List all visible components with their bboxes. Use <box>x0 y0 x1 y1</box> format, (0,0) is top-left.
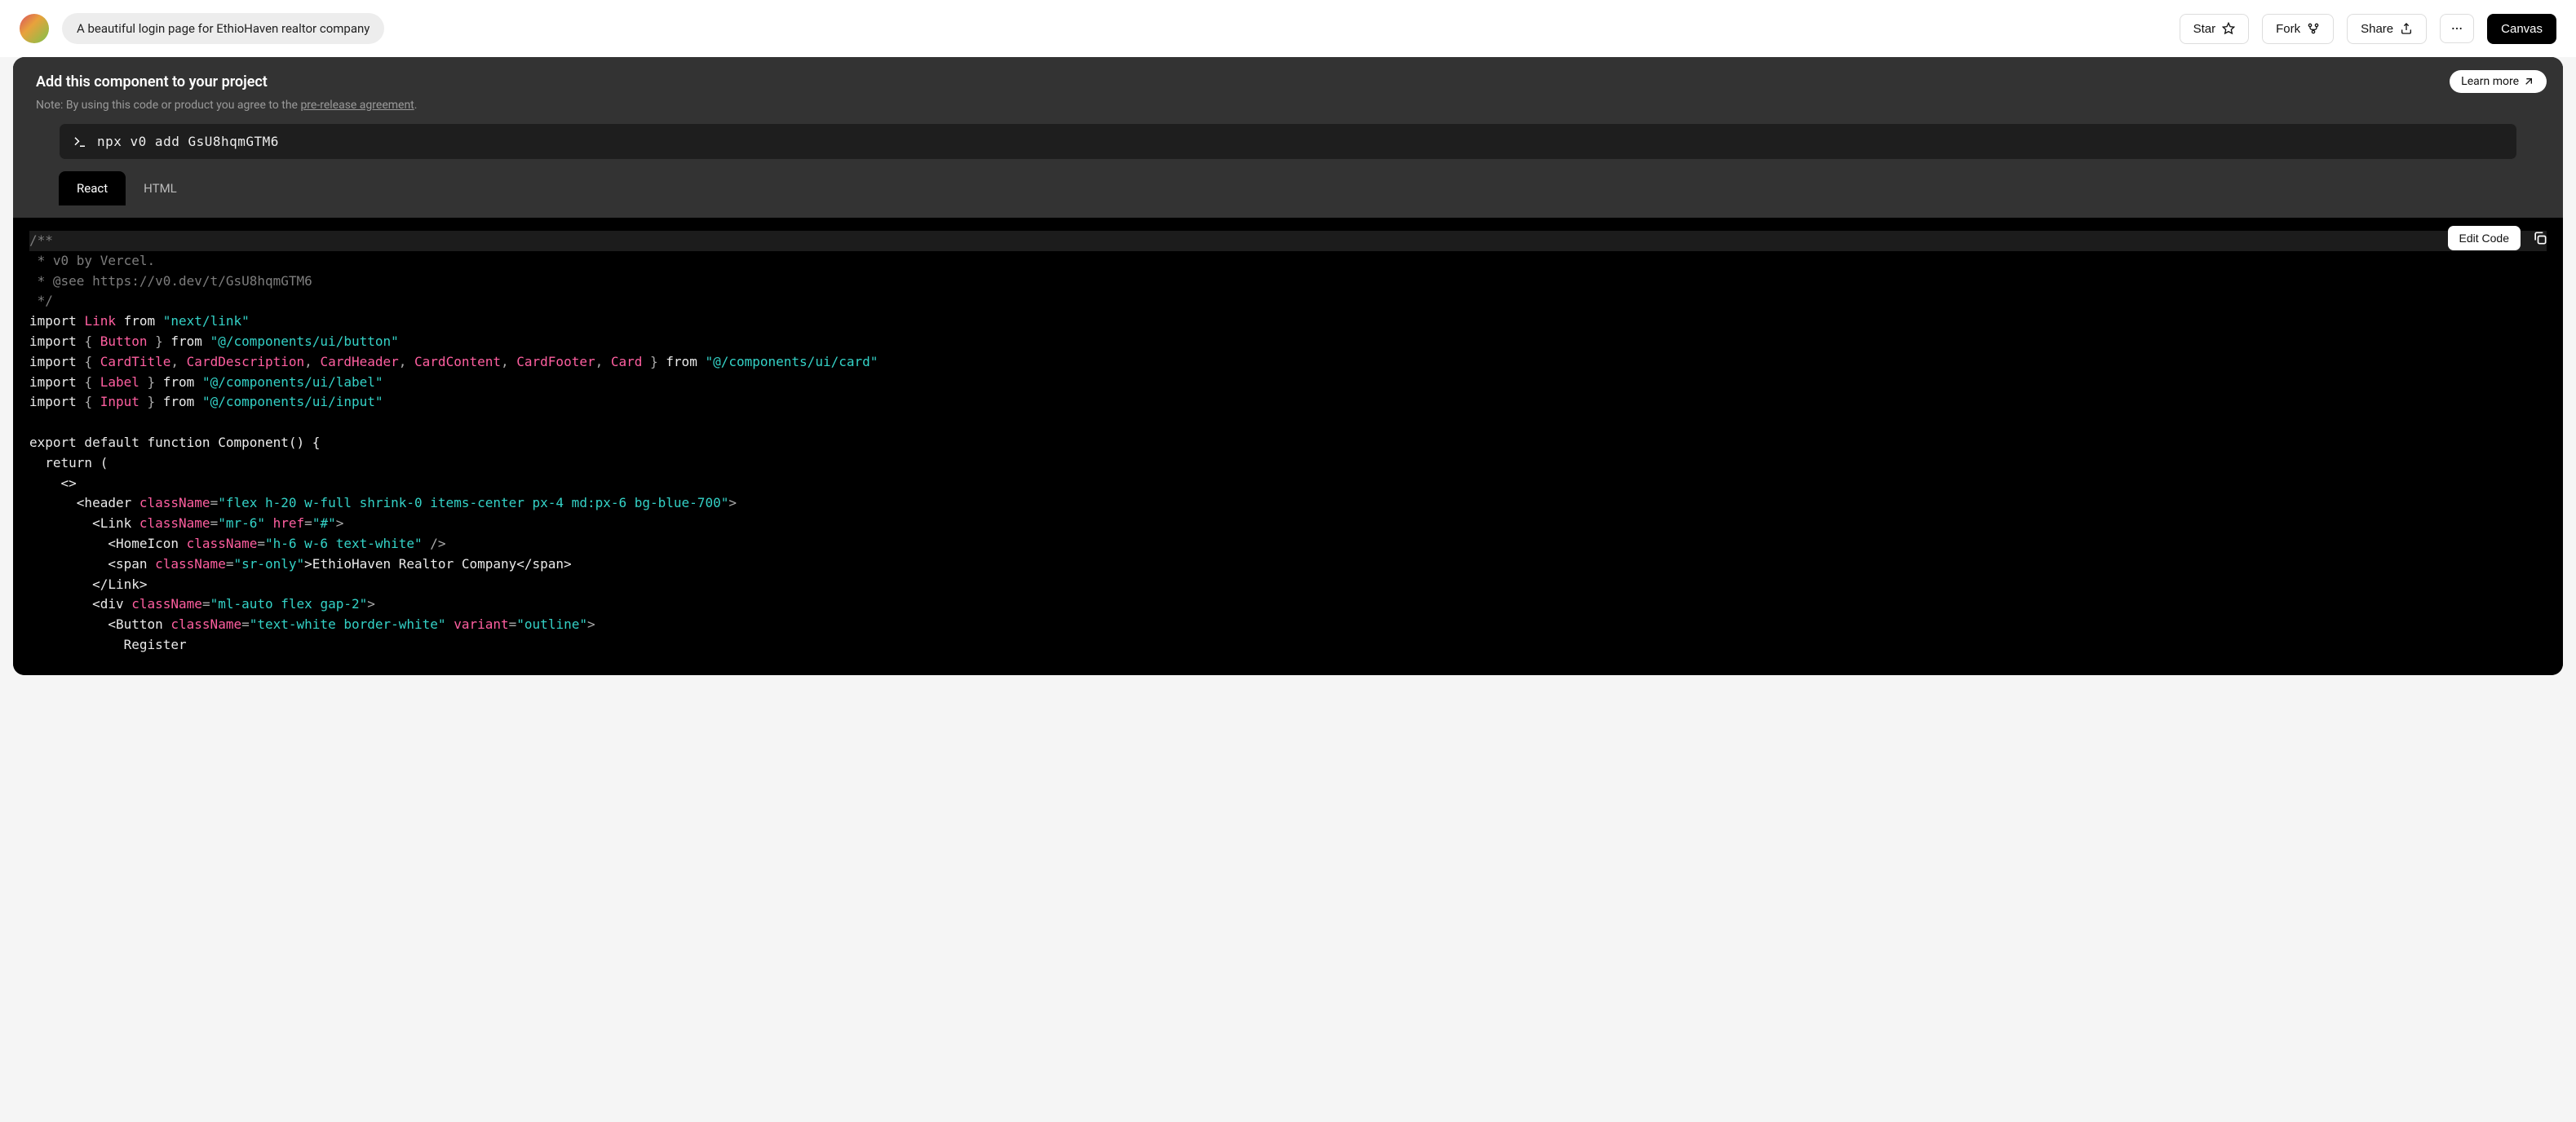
learn-more-label: Learn more <box>2461 75 2519 88</box>
fork-icon <box>2307 22 2320 35</box>
learn-more-button[interactable]: Learn more <box>2450 70 2547 93</box>
prompt-pill[interactable]: A beautiful login page for EthioHaven re… <box>62 13 384 44</box>
app-logo <box>20 14 49 43</box>
star-button[interactable]: Star <box>2180 14 2250 44</box>
terminal-icon <box>73 135 87 149</box>
command-bar[interactable]: npx v0 add GsU8hqmGTM6 <box>59 123 2517 160</box>
more-button[interactable] <box>2440 14 2474 43</box>
ellipsis-icon <box>2450 22 2463 35</box>
fork-button[interactable]: Fork <box>2262 14 2334 44</box>
share-label: Share <box>2361 22 2393 36</box>
banner-title: Add this component to your project <box>36 73 2540 91</box>
banner: Add this component to your project Note:… <box>13 57 2563 218</box>
arrow-up-right-icon <box>2522 75 2535 88</box>
star-label: Star <box>2193 22 2216 36</box>
code-tabs: React HTML <box>59 171 2517 206</box>
copy-icon[interactable] <box>2532 230 2548 246</box>
tab-html[interactable]: HTML <box>126 171 195 205</box>
tab-react[interactable]: React <box>59 171 126 205</box>
share-icon <box>2400 22 2413 35</box>
star-icon <box>2222 22 2235 35</box>
edit-code-button[interactable]: Edit Code <box>2448 226 2521 250</box>
canvas-label: Canvas <box>2501 22 2543 36</box>
command-text: npx v0 add GsU8hqmGTM6 <box>97 134 279 149</box>
banner-note-prefix: Note: <box>36 99 63 112</box>
canvas-button[interactable]: Canvas <box>2487 14 2556 44</box>
banner-note-link[interactable]: pre-release agreement <box>300 99 414 112</box>
top-bar: A beautiful login page for EthioHaven re… <box>0 0 2576 57</box>
code-block: /** * v0 by Vercel. * @see https://v0.de… <box>13 231 2563 656</box>
code-area: Edit Code /** * v0 by Vercel. * @see htt… <box>13 218 2563 675</box>
code-actions: Edit Code <box>2448 226 2548 250</box>
share-button[interactable]: Share <box>2347 14 2427 44</box>
fork-label: Fork <box>2276 22 2300 36</box>
banner-note: Note: By using this code or product you … <box>36 99 2540 112</box>
banner-note-body: By using this code or product you agree … <box>66 99 301 112</box>
main-panel: Add this component to your project Note:… <box>13 57 2563 675</box>
